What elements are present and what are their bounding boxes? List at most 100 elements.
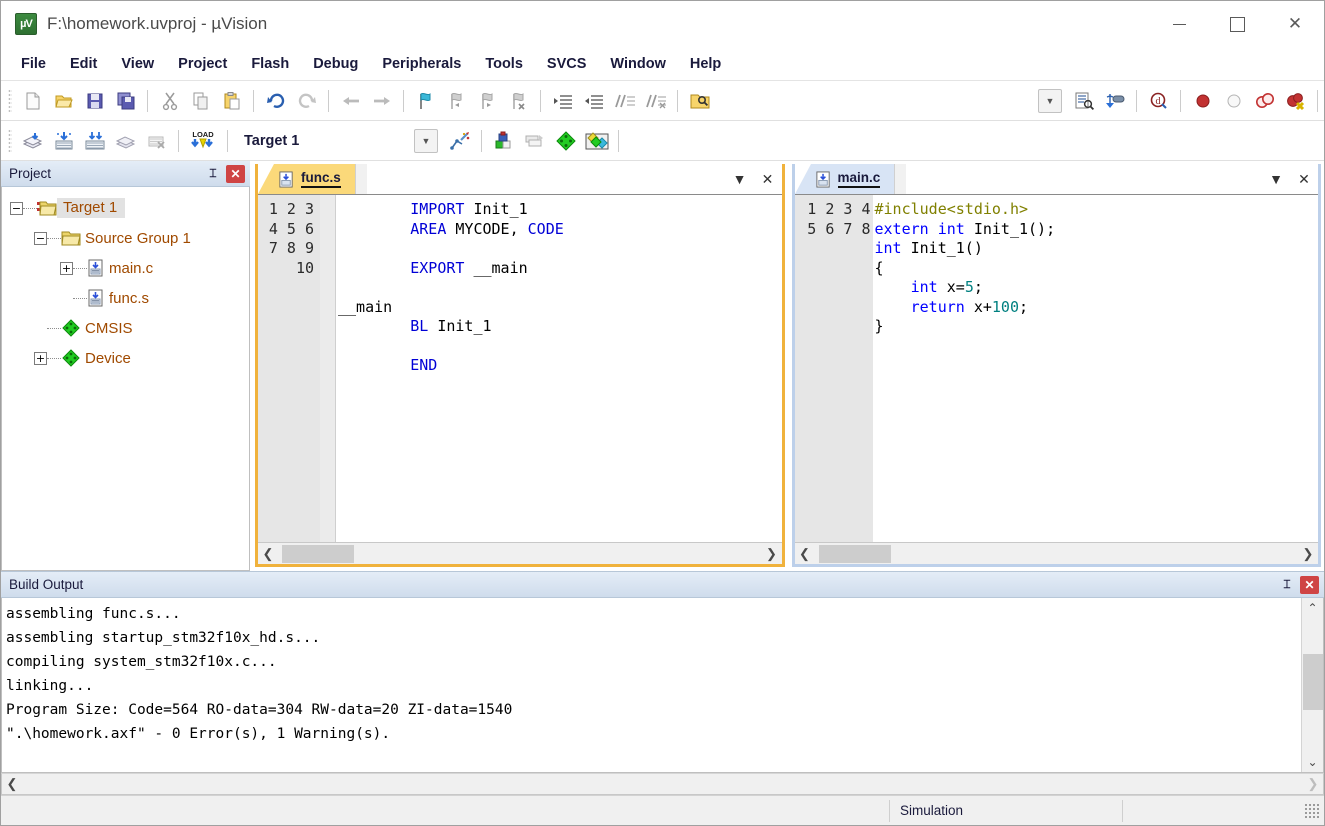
save-all-icon[interactable] [110, 86, 141, 116]
outdent-icon[interactable] [578, 86, 609, 116]
hscroll-thumb[interactable] [282, 544, 354, 563]
menu-view[interactable]: View [109, 52, 166, 76]
tab-func-s[interactable]: func.s [274, 164, 355, 194]
find-in-files-icon[interactable] [684, 86, 715, 116]
editor-code-area[interactable]: 1 2 3 4 5 6 7 8 #include<stdio.h> extern… [794, 194, 1319, 542]
breakpoint-icon[interactable] [1187, 86, 1218, 116]
save-icon[interactable] [79, 86, 110, 116]
uncomment-icon[interactable] [640, 86, 671, 116]
chevron-down-icon[interactable]: ⌄ [1302, 752, 1324, 772]
project-tree[interactable]: − Target 1 − Source Group 1 + main.c fun… [1, 187, 250, 571]
chevron-down-icon[interactable]: ▼ [1268, 171, 1284, 187]
menu-project[interactable]: Project [166, 52, 239, 76]
chevron-up-icon[interactable]: ⌃ [1302, 598, 1324, 618]
paste-icon[interactable] [216, 86, 247, 116]
menu-file[interactable]: File [9, 52, 58, 76]
download-icon[interactable]: LOAD [185, 126, 221, 156]
tab-main-c[interactable]: main.c [810, 164, 895, 194]
tree-item-func-s[interactable]: func.s [2, 283, 249, 313]
gutter-marker-strip[interactable] [320, 195, 336, 542]
expander-collapse-icon[interactable]: − [34, 231, 47, 245]
toolbar-grip[interactable] [8, 128, 12, 153]
breakpoint-disable-icon[interactable] [1218, 86, 1249, 116]
menu-edit[interactable]: Edit [58, 52, 109, 76]
vscroll-track[interactable] [1302, 618, 1324, 752]
hscroll-track[interactable] [815, 543, 1299, 565]
insert-bookmark-icon[interactable]: d [1143, 86, 1174, 116]
minimize-button[interactable] [1150, 1, 1208, 47]
tree-item-source-group-1[interactable]: − Source Group 1 [2, 223, 249, 253]
chevron-left-icon[interactable]: ❮ [2, 776, 22, 792]
vscroll-thumb[interactable] [1302, 654, 1323, 710]
new-file-icon[interactable] [17, 86, 48, 116]
chevron-right-icon[interactable]: ❯ [762, 546, 782, 562]
undo-icon[interactable] [260, 86, 291, 116]
breakpoint-toggle-icon[interactable] [1249, 86, 1280, 116]
pack-installer-icon[interactable] [550, 126, 581, 156]
build-output-hscrollbar[interactable]: ❮ ❯ [1, 773, 1324, 795]
hscroll-track[interactable] [22, 773, 1303, 795]
bookmark-next-icon[interactable] [472, 86, 503, 116]
resize-grip-icon[interactable] [1304, 802, 1320, 819]
open-file-icon[interactable] [48, 86, 79, 116]
tree-item-target-1[interactable]: − Target 1 [2, 193, 249, 223]
bookmark-prev-icon[interactable] [441, 86, 472, 116]
close-button[interactable]: ✕ [1266, 1, 1324, 47]
build-icon[interactable] [48, 126, 79, 156]
close-icon[interactable]: ✕ [760, 171, 776, 188]
chevron-right-icon[interactable]: ❯ [1303, 776, 1323, 792]
cut-icon[interactable] [154, 86, 185, 116]
chevron-down-icon[interactable]: ▼ [732, 171, 748, 187]
tree-item-device[interactable]: + Device [2, 343, 249, 373]
maximize-button[interactable] [1208, 1, 1266, 47]
tree-item-cmsis[interactable]: CMSIS [2, 313, 249, 343]
manage-project-items-icon[interactable] [488, 126, 519, 156]
rebuild-icon[interactable] [79, 126, 110, 156]
menu-svcs[interactable]: SVCS [535, 52, 599, 76]
toolbar-grip[interactable] [8, 88, 12, 113]
menu-flash[interactable]: Flash [239, 52, 301, 76]
chevron-left-icon[interactable]: ❮ [258, 546, 278, 562]
editor-hscrollbar[interactable]: ❮ ❯ [794, 542, 1318, 565]
stop-build-icon[interactable] [141, 126, 172, 156]
chevron-right-icon[interactable]: ❯ [1298, 546, 1318, 562]
debug-combo-arrow-icon[interactable]: ▼ [1038, 88, 1062, 113]
hscroll-track[interactable] [278, 543, 762, 565]
hscroll-thumb[interactable] [818, 544, 891, 563]
copy-icon[interactable] [185, 86, 216, 116]
breakpoint-kill-icon[interactable] [1280, 86, 1311, 116]
expander-expand-icon[interactable]: + [34, 351, 47, 365]
redo-icon[interactable] [291, 86, 322, 116]
menu-help[interactable]: Help [678, 52, 733, 76]
comment-icon[interactable] [609, 86, 640, 116]
pin-icon[interactable]: ⌶ [1277, 575, 1297, 595]
translate-icon[interactable] [17, 126, 48, 156]
menu-debug[interactable]: Debug [301, 52, 370, 76]
expander-expand-icon[interactable]: + [60, 261, 73, 275]
menu-window[interactable]: Window [598, 52, 677, 76]
close-icon[interactable]: ✕ [1300, 575, 1319, 594]
manage-run-env-icon[interactable] [581, 126, 612, 156]
batch-build-icon[interactable] [110, 126, 141, 156]
tree-item-main-c[interactable]: + main.c [2, 253, 249, 283]
chevron-left-icon[interactable]: ❮ [795, 546, 815, 562]
menu-peripherals[interactable]: Peripherals [370, 52, 473, 76]
chevron-down-icon[interactable]: ▼ [414, 128, 438, 153]
navigate-back-icon[interactable] [335, 86, 366, 116]
options-target-icon[interactable] [444, 126, 475, 156]
editor-hscrollbar[interactable]: ❮ ❯ [258, 542, 782, 564]
multi-project-icon[interactable] [519, 126, 550, 156]
build-output-body[interactable]: assembling func.s... assembling startup_… [1, 598, 1324, 773]
navigate-forward-icon[interactable] [366, 86, 397, 116]
debug-start-icon[interactable] [1099, 86, 1130, 116]
expander-collapse-icon[interactable]: − [10, 201, 23, 215]
close-icon[interactable]: ✕ [226, 164, 245, 183]
bookmark-toggle-icon[interactable] [410, 86, 441, 116]
close-icon[interactable]: ✕ [1296, 171, 1312, 188]
build-output-vscrollbar[interactable]: ⌃ ⌄ [1301, 598, 1323, 772]
menu-tools[interactable]: Tools [473, 52, 535, 76]
pin-icon[interactable]: ⌶ [203, 164, 223, 184]
indent-icon[interactable] [547, 86, 578, 116]
target-selector[interactable]: Target 1 [234, 133, 414, 149]
code-content[interactable]: #include<stdio.h> extern int Init_1(); i… [873, 195, 1319, 542]
